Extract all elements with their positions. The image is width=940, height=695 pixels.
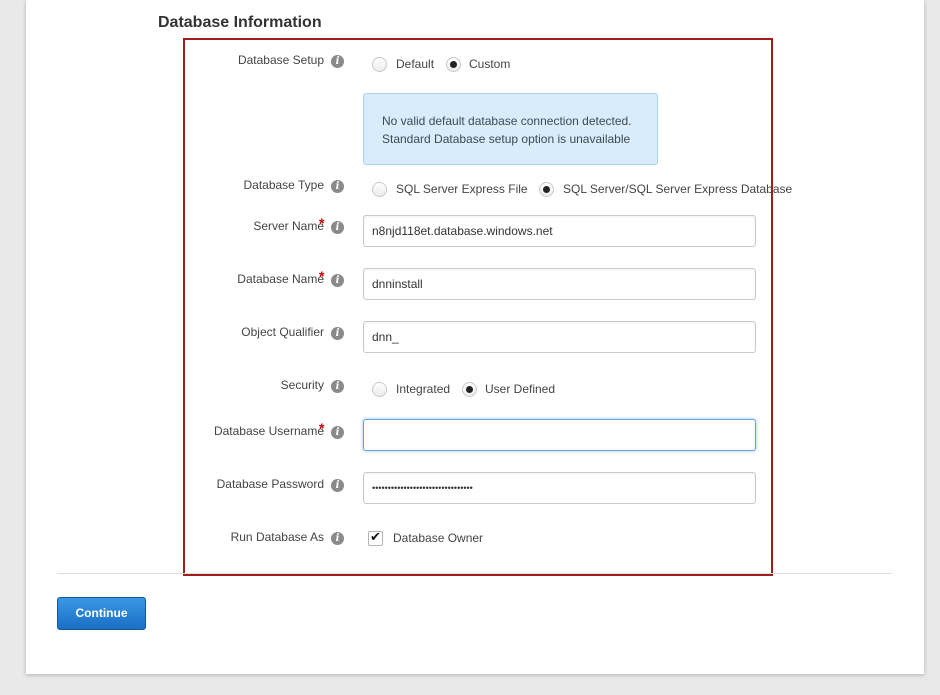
no-default-connection-alert: No valid default database connection det…	[363, 93, 658, 165]
database-setup-custom-radio[interactable]	[446, 57, 461, 72]
info-icon[interactable]: i	[331, 55, 344, 68]
database-type-express-file-radio[interactable]	[372, 182, 387, 197]
security-user-defined-radio[interactable]	[462, 382, 477, 397]
required-asterisk: *	[319, 268, 325, 284]
section-title: Database Information	[158, 14, 322, 31]
database-type-sql-server-radio[interactable]	[539, 182, 554, 197]
info-icon[interactable]: i	[331, 221, 344, 234]
database-setup-label: Database Setup	[237, 53, 324, 67]
run-database-as-label: Run Database As	[230, 530, 324, 544]
database-name-label: Database Name	[237, 272, 324, 286]
security-integrated-label[interactable]: Integrated	[396, 382, 450, 396]
database-setup-custom-label[interactable]: Custom	[469, 57, 510, 71]
object-qualifier-label: Object Qualifier	[241, 325, 324, 339]
required-asterisk: *	[319, 215, 325, 231]
info-icon[interactable]: i	[331, 380, 344, 393]
database-owner-label[interactable]: Database Owner	[393, 531, 483, 545]
database-username-label: Database Username	[213, 424, 324, 438]
info-icon[interactable]: i	[331, 274, 344, 287]
server-name-input[interactable]: n8njd118et.database.windows.net	[363, 215, 756, 247]
divider	[57, 573, 892, 574]
alert-line-2: Standard Database setup option is unavai…	[382, 132, 631, 146]
database-setup-default-radio[interactable]	[372, 57, 387, 72]
info-icon[interactable]: i	[331, 532, 344, 545]
database-owner-checkbox[interactable]: ✔	[368, 529, 383, 546]
database-type-express-file-label[interactable]: SQL Server Express File	[396, 182, 528, 196]
checkmark-icon: ✔	[370, 529, 381, 544]
object-qualifier-input[interactable]: dnn_	[363, 321, 756, 353]
info-icon[interactable]: i	[331, 426, 344, 439]
database-name-input[interactable]: dnninstall	[363, 268, 756, 300]
info-icon[interactable]: i	[331, 180, 344, 193]
required-asterisk: *	[319, 420, 325, 436]
database-setup-default-label[interactable]: Default	[396, 57, 434, 71]
database-password-input[interactable]: ••••••••••••••••••••••••••••••••	[363, 472, 756, 504]
security-integrated-radio[interactable]	[372, 382, 387, 397]
server-name-label: Server Name	[253, 219, 324, 233]
security-label: Security	[280, 378, 324, 392]
info-icon[interactable]: i	[331, 479, 344, 492]
security-user-defined-label[interactable]: User Defined	[485, 382, 555, 396]
info-icon[interactable]: i	[331, 327, 344, 340]
alert-line-1: No valid default database connection det…	[382, 114, 632, 128]
database-type-label: Database Type	[243, 178, 324, 192]
database-password-label: Database Password	[216, 477, 324, 491]
database-type-sql-server-label[interactable]: SQL Server/SQL Server Express Database	[563, 182, 792, 196]
database-username-input[interactable]	[363, 419, 756, 451]
continue-button[interactable]: Continue	[57, 597, 146, 630]
